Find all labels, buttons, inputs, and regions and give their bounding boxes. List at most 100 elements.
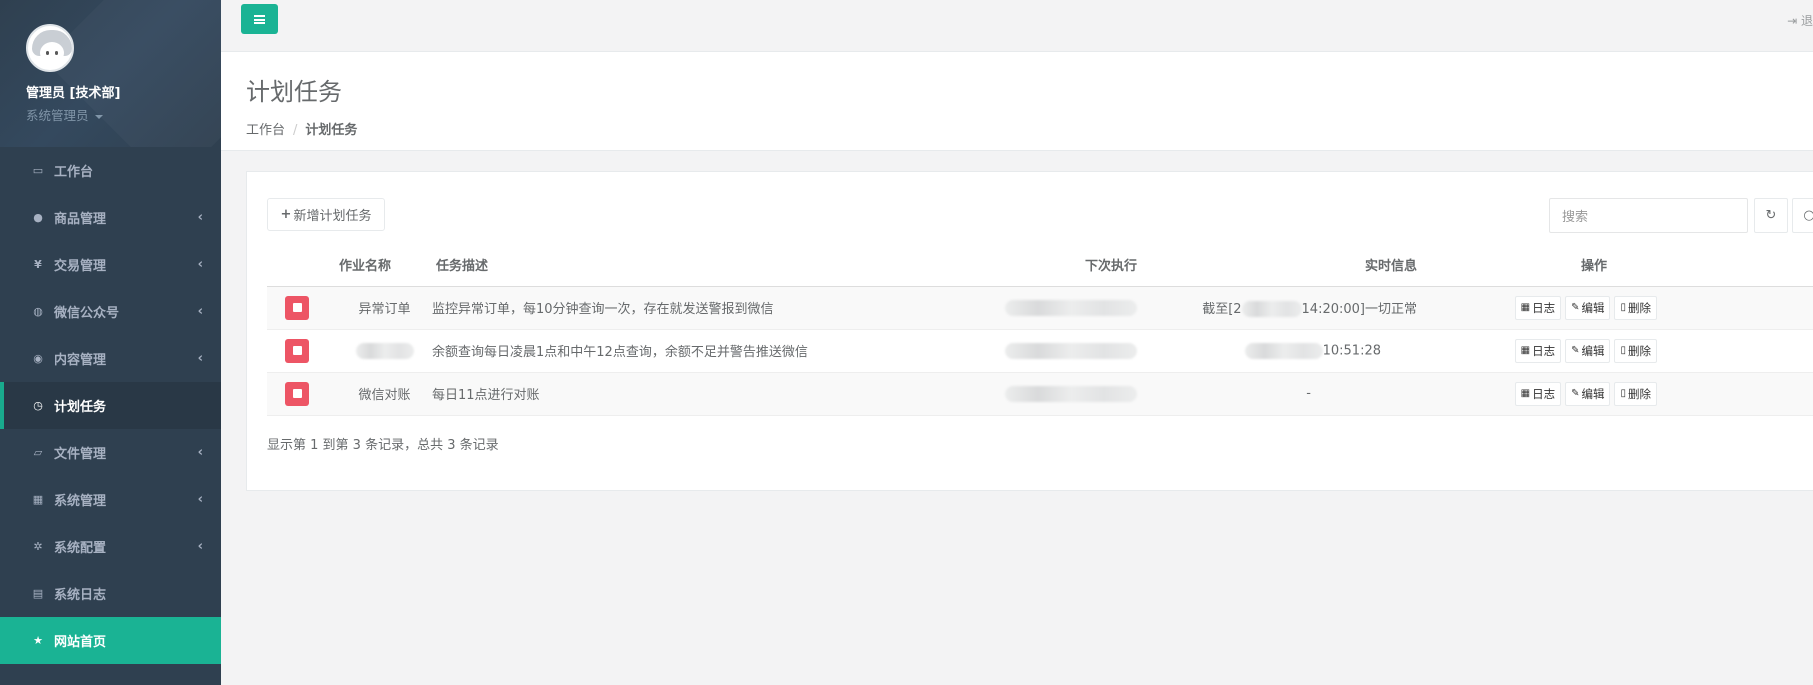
refresh-button[interactable]: ↻ — [1754, 198, 1788, 233]
sidebar-item-label: 网站首页 — [54, 635, 107, 650]
task-name: 微信对账 — [337, 372, 432, 416]
redacted-next-run — [1005, 299, 1137, 316]
search-placeholder: 搜索 — [1562, 210, 1589, 225]
realtime-info: 10:51:28 — [1137, 329, 1427, 373]
plus-icon: + — [280, 207, 292, 222]
add-task-label: 新增计划任务 — [293, 209, 372, 224]
sidebar-item-content[interactable]: ◉ 内容管理 ‹ — [0, 335, 221, 382]
trash-icon: ▯ — [1620, 388, 1626, 399]
breadcrumb-current: 计划任务 — [305, 123, 358, 138]
wechat-icon: ◍ — [33, 305, 43, 318]
yen-icon: ¥ — [34, 258, 42, 271]
apple-icon: ● — [33, 211, 43, 224]
table-row: 余额查询每日凌晨1点和中午12点查询，余额不足并警告推送微信 10:51:28 … — [267, 329, 1813, 373]
delete-button[interactable]: ▯ 删除 — [1614, 338, 1657, 363]
status-toggle-button[interactable] — [285, 338, 309, 363]
windows-icon: ▦ — [32, 493, 44, 506]
realtime-text: - — [1306, 386, 1311, 401]
status-toggle-button[interactable] — [285, 381, 309, 406]
sidebar-item-files[interactable]: ▱ 文件管理 ‹ — [0, 429, 221, 476]
sidebar-item-label: 交易管理 — [54, 259, 107, 274]
calendar-icon: ▦ — [1520, 388, 1531, 399]
add-task-button[interactable]: + 新增计划任务 — [267, 198, 385, 231]
sidebar-item-products[interactable]: ● 商品管理 ‹ — [0, 194, 221, 241]
column-header-actions: 操作 — [1427, 244, 1657, 287]
sidebar-item-system-log[interactable]: ▤ 系统日志 — [0, 570, 221, 617]
edit-button[interactable]: ✎ 编辑 — [1565, 338, 1611, 363]
sidebar-item-label: 系统管理 — [54, 494, 107, 509]
logout-label: 退 — [1800, 14, 1813, 28]
redacted-task-name — [355, 342, 414, 359]
sidebar-nav: ▭ 工作台 ● 商品管理 ‹ ¥ 交易管理 ‹ ◍ 微信公众号 ‹ ◉ 内容管理… — [0, 147, 221, 664]
menu-toggle-button[interactable] — [241, 4, 278, 34]
realtime-tail: 14:20:00]一切正常 — [1301, 301, 1417, 317]
sidebar: 管理员 [技术部] 系统管理员 ▭ 工作台 ● 商品管理 ‹ ¥ 交易管理 ‹ … — [0, 0, 221, 685]
breadcrumb-link-workbench[interactable]: 工作台 — [246, 123, 285, 138]
sidebar-item-transactions[interactable]: ¥ 交易管理 ‹ — [0, 241, 221, 288]
column-header-description[interactable]: 任务描述 — [432, 244, 952, 287]
delete-button[interactable]: ▯ 删除 — [1614, 295, 1657, 320]
edit-button[interactable]: ✎ 编辑 — [1565, 381, 1611, 406]
hamburger-icon — [254, 14, 265, 24]
sidebar-item-label: 系统配置 — [54, 541, 107, 556]
sidebar-item-label: 内容管理 — [54, 353, 107, 368]
column-header-realtime[interactable]: 实时信息 — [1137, 244, 1427, 287]
page-title: 计划任务 — [246, 78, 342, 106]
log-button[interactable]: ▦ 日志 — [1514, 295, 1562, 320]
task-description: 余额查询每日凌晨1点和中午12点查询，余额不足并警告推送微信 — [432, 329, 952, 373]
sidebar-item-scheduled-tasks[interactable]: ◷ 计划任务 — [0, 382, 221, 429]
realtime-text: 截至[2 — [1202, 301, 1242, 317]
realtime-info: - — [1137, 372, 1427, 416]
star-icon: ★ — [33, 634, 43, 647]
desktop-icon: ▭ — [32, 164, 44, 177]
redacted-next-run — [1005, 385, 1137, 402]
task-table-panel: + 新增计划任务 搜索 ↻ ○ 作业名称 任务描述 下次执行 实时信息 操作 异… — [246, 171, 1813, 491]
chevron-left-icon: ‹ — [197, 539, 203, 554]
sidebar-item-system-config[interactable]: ✲ 系统配置 ‹ — [0, 523, 221, 570]
task-table: 作业名称 任务描述 下次执行 实时信息 操作 异常订单 监控异常订单，每10分钟… — [267, 244, 1813, 416]
realtime-tail: 10:51:28 — [1322, 343, 1381, 358]
log-button[interactable]: ▦ 日志 — [1514, 381, 1562, 406]
user-profile: 管理员 [技术部] 系统管理员 — [0, 0, 221, 147]
chevron-left-icon: ‹ — [197, 304, 203, 319]
top-navbar: ⇥ 退 — [221, 0, 1813, 52]
logout-link[interactable]: ⇥ 退 — [1787, 12, 1813, 29]
user-role-dropdown[interactable]: 系统管理员 — [26, 105, 195, 124]
stop-icon — [292, 389, 302, 398]
sidebar-item-label: 工作台 — [54, 165, 94, 180]
avatar[interactable] — [26, 24, 74, 72]
sidebar-item-label: 文件管理 — [54, 447, 107, 462]
sidebar-item-label: 计划任务 — [54, 400, 107, 415]
column-header-name[interactable]: 作业名称 — [337, 244, 432, 287]
search-button[interactable]: ○ — [1792, 198, 1813, 233]
log-button[interactable]: ▦ 日志 — [1514, 338, 1562, 363]
sidebar-item-site-home[interactable]: ★ 网站首页 — [0, 617, 221, 664]
pencil-icon: ✎ — [1571, 302, 1580, 313]
chrome-icon: ◉ — [33, 352, 43, 365]
search-input[interactable]: 搜索 — [1549, 198, 1748, 233]
file-icon: ▤ — [32, 587, 44, 600]
user-name[interactable]: 管理员 [技术部] — [26, 82, 195, 101]
column-header-next-run[interactable]: 下次执行 — [952, 244, 1137, 287]
sidebar-item-system-admin[interactable]: ▦ 系统管理 ‹ — [0, 476, 221, 523]
stop-icon — [292, 303, 302, 312]
chevron-left-icon: ‹ — [197, 351, 203, 366]
sidebar-item-workbench[interactable]: ▭ 工作台 — [0, 147, 221, 194]
gear-icon: ✲ — [33, 540, 43, 553]
chevron-left-icon: ‹ — [197, 210, 203, 225]
pagination-info: 显示第 1 到第 3 条记录，总共 3 条记录 — [267, 438, 499, 453]
pencil-icon: ✎ — [1571, 388, 1580, 399]
status-toggle-button[interactable] — [285, 295, 309, 320]
user-role-label: 系统管理员 — [26, 108, 89, 123]
sidebar-item-wechat[interactable]: ◍ 微信公众号 ‹ — [0, 288, 221, 335]
edit-button[interactable]: ✎ 编辑 — [1565, 295, 1611, 320]
redacted-next-run — [1005, 342, 1137, 359]
task-description: 监控异常订单，每10分钟查询一次，存在就发送警报到微信 — [432, 286, 952, 330]
stop-icon — [292, 346, 302, 355]
pencil-icon: ✎ — [1571, 345, 1580, 356]
delete-button[interactable]: ▯ 删除 — [1614, 381, 1657, 406]
chevron-left-icon: ‹ — [197, 257, 203, 272]
sidebar-item-label: 系统日志 — [54, 588, 107, 603]
refresh-icon: ↻ — [1765, 208, 1777, 223]
folder-icon: ▱ — [33, 446, 43, 459]
